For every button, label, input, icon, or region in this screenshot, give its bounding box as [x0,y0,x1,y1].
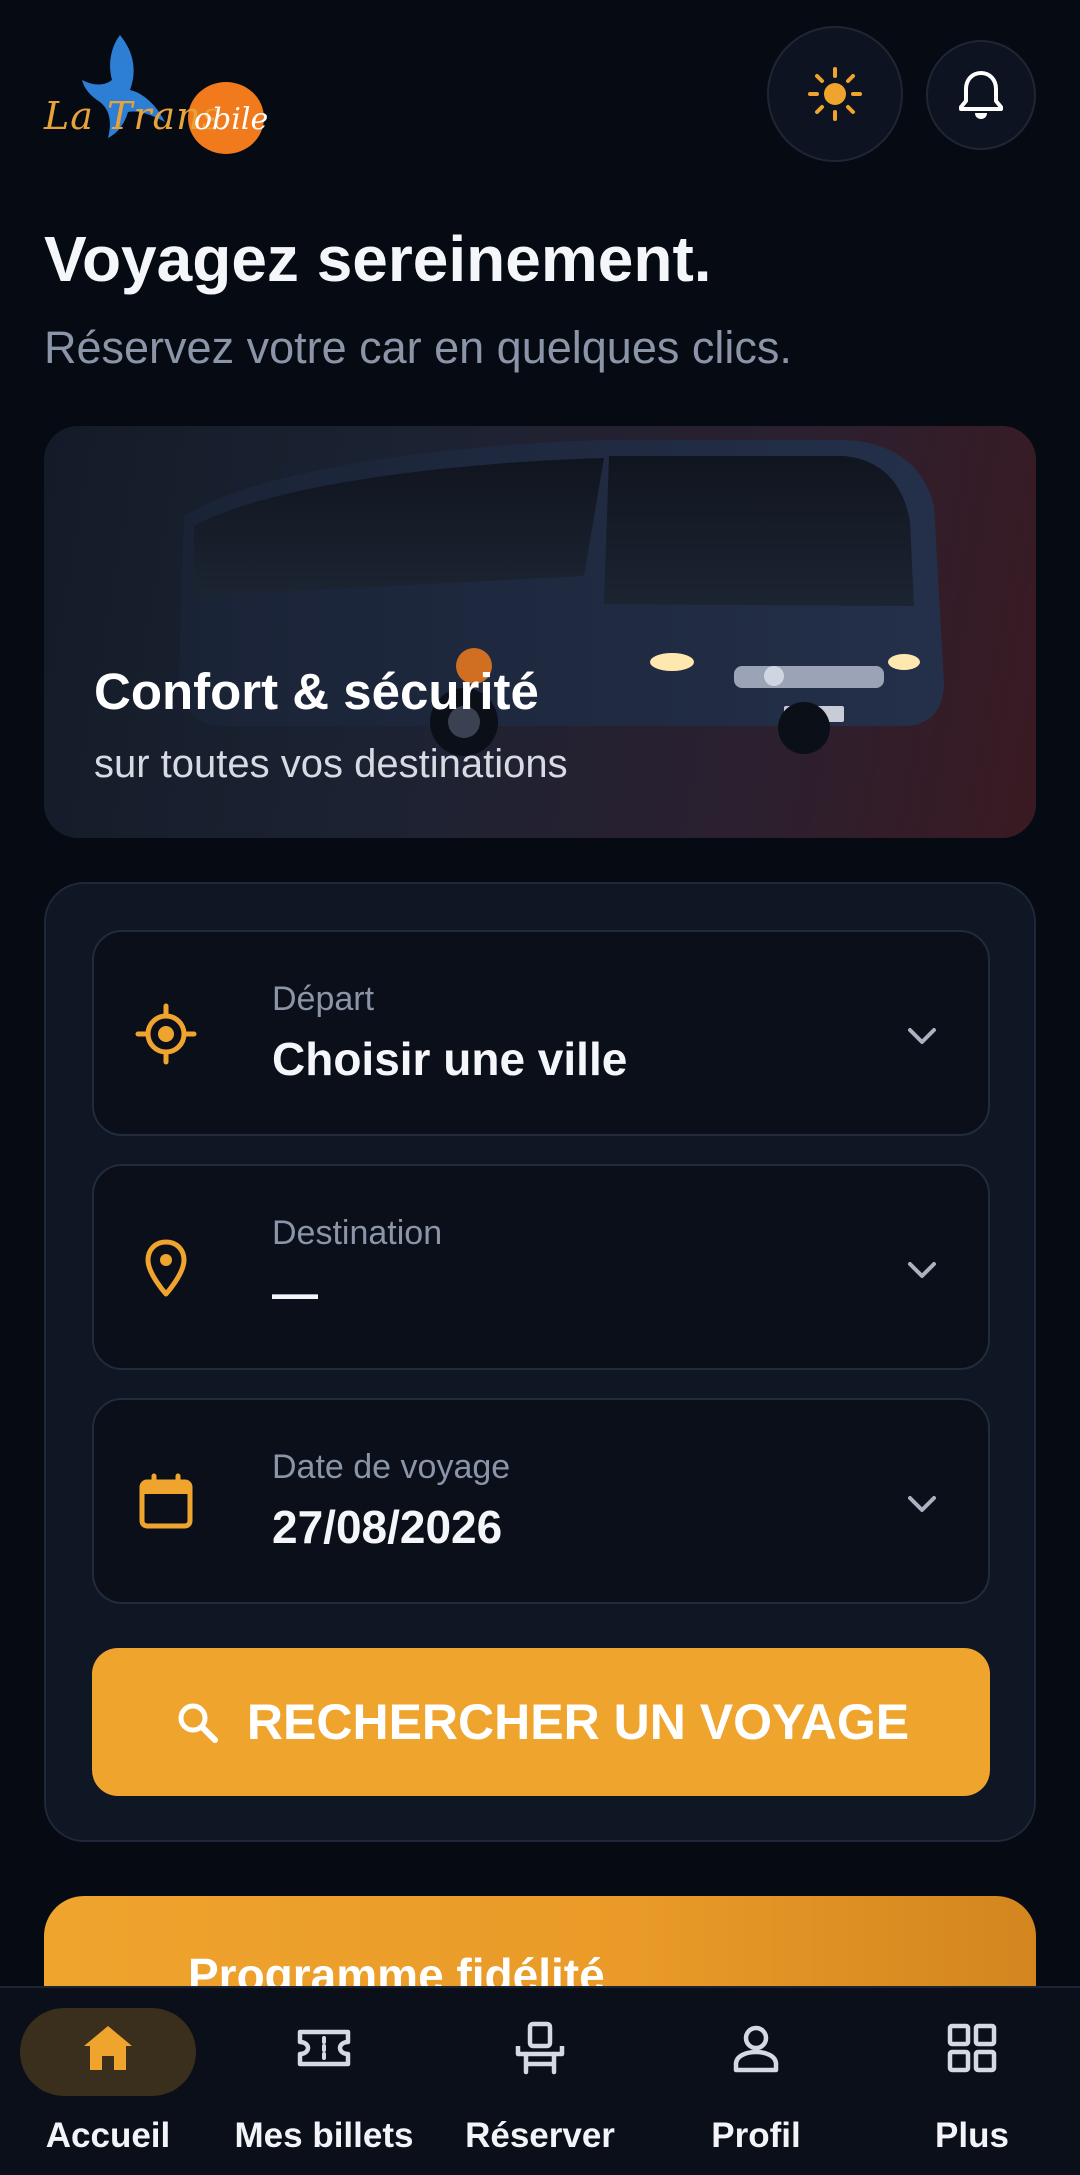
notifications-button[interactable] [926,40,1036,150]
crosshair-icon [135,1003,197,1065]
nav-label-book: Réserver [465,2116,615,2155]
page-subtitle: Réservez votre car en quelques clics. [44,322,792,373]
grid-icon [947,2023,997,2073]
nav-item-home[interactable]: Accueil [0,1988,216,2175]
date-picker[interactable]: Date de voyage 27/08/2026 [92,1398,990,1604]
bell-icon [959,71,1003,119]
bottom-navigation: Accueil Mes billets Réserver Profil Plus [0,1986,1080,2175]
page-title: Voyagez sereinement. [44,223,712,295]
search-form: Départ Choisir une ville Destination — D… [44,882,1036,1842]
app-header: La Trans obile [0,0,1080,200]
seat-icon [515,2021,565,2075]
departure-select[interactable]: Départ Choisir une ville [92,930,990,1136]
logo-badge-text: obile [194,102,269,137]
nav-item-tickets[interactable]: Mes billets [216,1988,432,2175]
nav-item-book[interactable]: Réserver [432,1988,648,2175]
theme-toggle-button[interactable] [767,26,903,162]
nav-label-more: Plus [935,2116,1009,2155]
destination-value: — [272,1267,318,1319]
nav-label-tickets: Mes billets [234,2116,414,2155]
search-icon [178,1703,218,1743]
departure-label: Départ [272,980,375,1018]
brand-logo: La Trans obile [40,30,270,160]
nav-item-more[interactable]: Plus [864,1988,1080,2175]
destination-select[interactable]: Destination — [92,1164,990,1370]
destination-label: Destination [272,1214,443,1252]
calendar-icon [139,1473,193,1529]
banner-title: Confort & sécurité [94,663,539,720]
sun-icon [808,67,862,121]
nav-item-profile[interactable]: Profil [648,1988,864,2175]
search-button-label: RECHERCHER UN VOYAGE [246,1694,910,1750]
user-icon [733,2025,779,2073]
chevron-down-icon [908,1028,936,1044]
map-pin-icon [145,1239,187,1297]
nav-label-profile: Profil [711,2116,801,2155]
search-trip-button[interactable]: RECHERCHER UN VOYAGE [92,1648,990,1796]
nav-label-home: Accueil [45,2116,171,2155]
ticket-icon [297,2029,351,2067]
departure-value: Choisir une ville [272,1033,628,1085]
chevron-down-icon [908,1262,936,1278]
home-icon [84,2026,132,2070]
banner-subtitle: sur toutes vos destinations [94,742,568,786]
chevron-down-icon [908,1496,936,1512]
date-label: Date de voyage [272,1448,511,1486]
hero-banner: Confort & sécurité sur toutes vos destin… [44,426,1036,838]
date-value: 27/08/2026 [272,1501,503,1553]
